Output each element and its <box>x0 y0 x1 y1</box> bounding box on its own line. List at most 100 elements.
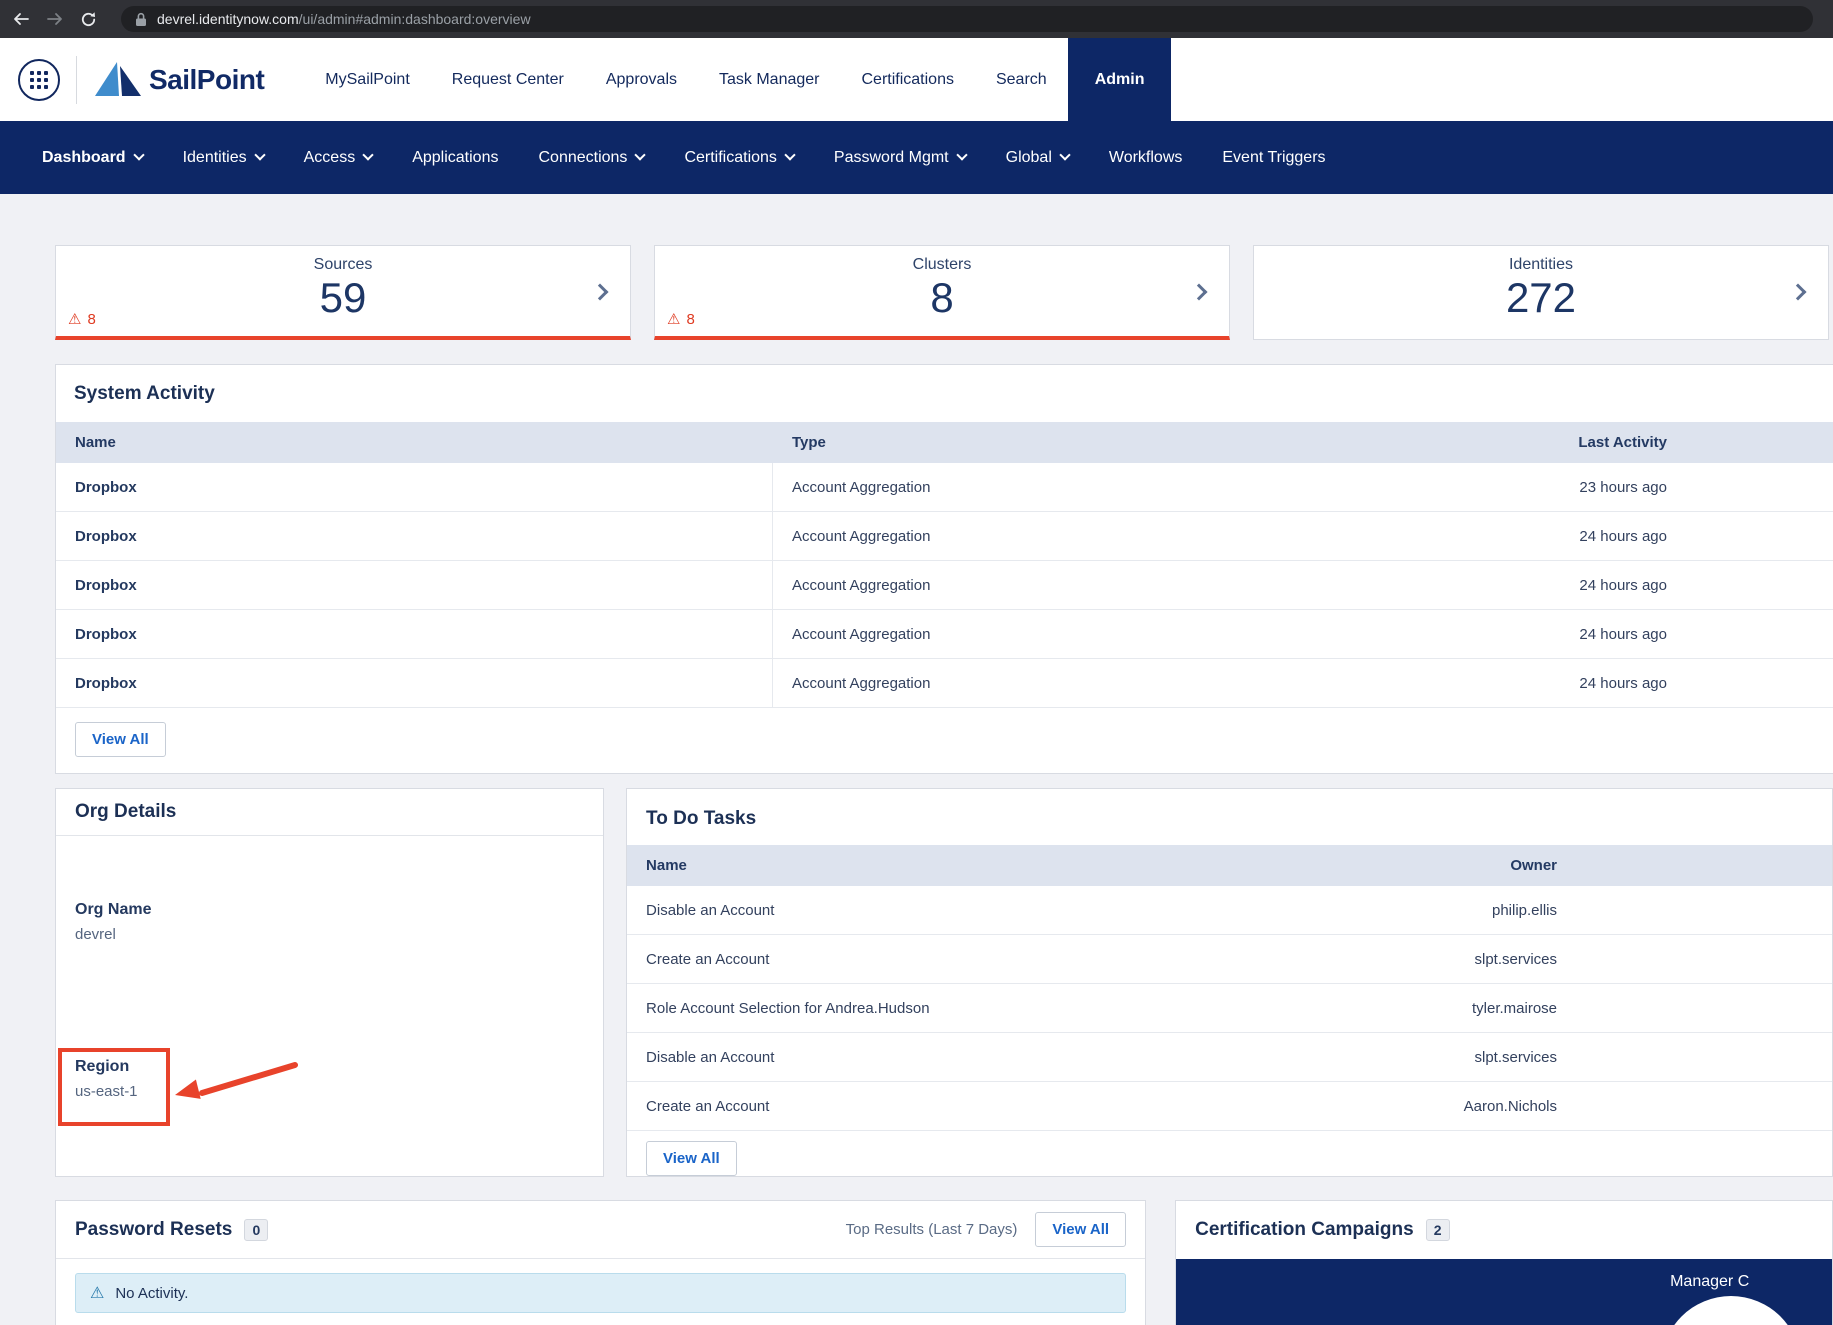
back-arrow-icon <box>12 11 30 27</box>
activity-name-cell: Dropbox <box>56 463 773 511</box>
topnav-item-mysailpoint[interactable]: MySailPoint <box>304 38 430 121</box>
table-row[interactable]: Disable an Account philip.ellis <box>627 886 1832 935</box>
grid-icon <box>30 71 48 89</box>
count-badge: 0 <box>244 1219 268 1241</box>
column-header-name: Name <box>627 845 1327 886</box>
forward-button[interactable] <box>46 11 64 27</box>
lock-icon[interactable] <box>135 12 147 27</box>
subnav-item-access[interactable]: Access <box>284 149 393 167</box>
table-row[interactable]: Dropbox Account Aggregation 23 hours ago <box>56 463 1833 512</box>
org-details-panel: Org Details Org Name devrel Region us-ea… <box>55 788 604 1177</box>
divider <box>76 56 77 104</box>
url-text: devrel.identitynow.com/ui/admin#admin:da… <box>157 11 531 27</box>
activity-type-cell: Account Aggregation <box>773 659 1507 707</box>
column-header-type: Type <box>773 422 1507 463</box>
activity-time-cell: 23 hours ago <box>1507 463 1667 511</box>
subnav-item-password-mgmt[interactable]: Password Mgmt <box>814 149 986 167</box>
task-name-cell: Create an Account <box>627 935 1327 983</box>
sailpoint-logo[interactable]: SailPoint <box>95 61 264 99</box>
view-all-button[interactable]: View All <box>1035 1212 1126 1247</box>
password-resets-panel: Password Resets 0 Top Results (Last 7 Da… <box>55 1200 1146 1325</box>
warning-count: 8 <box>87 311 95 328</box>
warning-count: 8 <box>686 311 694 328</box>
table-header: Name Owner <box>627 845 1832 886</box>
topnav-item-admin[interactable]: Admin <box>1068 38 1172 121</box>
browser-toolbar: devrel.identitynow.com/ui/admin#admin:da… <box>0 0 1833 38</box>
column-header-name: Name <box>56 422 773 463</box>
identities-card[interactable]: Identities 272 <box>1253 245 1829 340</box>
card-value: 59 <box>56 277 630 319</box>
table-row[interactable]: Disable an Account slpt.services <box>627 1033 1832 1082</box>
panel-title: Password Resets <box>75 1219 232 1241</box>
browser-window: devrel.identitynow.com/ui/admin#admin:da… <box>0 0 1833 1325</box>
brand-wordmark: SailPoint <box>149 64 264 96</box>
view-all-button[interactable]: View All <box>646 1141 737 1176</box>
task-name-cell: Disable an Account <box>627 1033 1327 1081</box>
activity-time-cell: 24 hours ago <box>1507 512 1667 560</box>
chevron-down-icon <box>1059 149 1070 160</box>
address-bar[interactable]: devrel.identitynow.com/ui/admin#admin:da… <box>121 6 1813 32</box>
table-row[interactable]: Dropbox Account Aggregation 24 hours ago <box>56 512 1833 561</box>
table-row[interactable]: Dropbox Account Aggregation 24 hours ago <box>56 561 1833 610</box>
app-launcher-button[interactable] <box>18 59 60 101</box>
activity-name-cell: Dropbox <box>56 561 773 609</box>
info-warning-icon: ⚠ <box>90 1283 104 1303</box>
subnav-item-event-triggers[interactable]: Event Triggers <box>1202 149 1345 167</box>
stat-cards-row: Sources 59 ⚠ 8 Clusters 8 ⚠ 8 Identities <box>55 245 1833 340</box>
org-name-value: devrel <box>75 926 584 943</box>
task-owner-cell: slpt.services <box>1327 1033 1557 1081</box>
reload-button[interactable] <box>80 11 97 28</box>
org-name-group: Org Name devrel <box>75 901 584 943</box>
middle-row: Org Details Org Name devrel Region us-ea… <box>55 788 1833 1177</box>
subnav-item-connections[interactable]: Connections <box>518 149 664 167</box>
warning-badge: ⚠ 8 <box>68 310 96 328</box>
table-header: Name Type Last Activity <box>56 422 1833 463</box>
topnav-item-task-manager[interactable]: Task Manager <box>698 38 841 121</box>
url-path: /ui/admin#admin:dashboard:overview <box>299 11 531 27</box>
table-row[interactable]: Create an Account slpt.services <box>627 935 1832 984</box>
sailpoint-sail-icon <box>95 61 141 99</box>
subnav-item-applications[interactable]: Applications <box>392 149 518 167</box>
panel-title: Org Details <box>75 801 176 823</box>
activity-type-cell: Account Aggregation <box>773 463 1507 511</box>
clusters-card[interactable]: Clusters 8 ⚠ 8 <box>654 245 1230 340</box>
subnav-item-certifications[interactable]: Certifications <box>664 149 813 167</box>
warning-badge: ⚠ 8 <box>667 310 695 328</box>
topnav-item-search[interactable]: Search <box>975 38 1068 121</box>
forward-arrow-icon <box>46 11 64 27</box>
activity-type-cell: Account Aggregation <box>773 512 1507 560</box>
activity-type-cell: Account Aggregation <box>773 561 1507 609</box>
topnav-item-approvals[interactable]: Approvals <box>585 38 698 121</box>
table-row[interactable]: Role Account Selection for Andrea.Hudson… <box>627 984 1832 1033</box>
sources-card[interactable]: Sources 59 ⚠ 8 <box>55 245 631 340</box>
topnav-item-request-center[interactable]: Request Center <box>431 38 585 121</box>
todo-tasks-panel: To Do Tasks Name Owner Disable an Accoun… <box>626 788 1833 1177</box>
table-row[interactable]: Create an Account Aaron.Nichols <box>627 1082 1832 1131</box>
campaigns-donut-chart: Manager C <box>1176 1259 1832 1325</box>
table-row[interactable]: Dropbox Account Aggregation 24 hours ago <box>56 610 1833 659</box>
card-value: 8 <box>655 277 1229 319</box>
chevron-down-icon <box>784 149 795 160</box>
region-value: us-east-1 <box>75 1083 584 1100</box>
chevron-down-icon <box>363 149 374 160</box>
view-all-button[interactable]: View All <box>75 722 166 757</box>
task-name-cell: Role Account Selection for Andrea.Hudson <box>627 984 1327 1032</box>
activity-name-cell: Dropbox <box>56 512 773 560</box>
topnav-item-certifications[interactable]: Certifications <box>841 38 975 121</box>
back-button[interactable] <box>12 11 30 27</box>
activity-name-cell: Dropbox <box>56 659 773 707</box>
subnav-item-dashboard[interactable]: Dashboard <box>22 149 163 167</box>
chevron-down-icon <box>635 149 646 160</box>
panel-title: Certification Campaigns <box>1195 1219 1414 1241</box>
url-host: devrel.identitynow.com <box>157 11 299 27</box>
subnav-item-workflows[interactable]: Workflows <box>1089 149 1203 167</box>
panel-header-right: Top Results (Last 7 Days) View All <box>846 1212 1126 1247</box>
alert-text: No Activity. <box>115 1285 188 1302</box>
dashboard-main: Sources 59 ⚠ 8 Clusters 8 ⚠ 8 Identities <box>0 194 1833 1325</box>
task-name-cell: Create an Account <box>627 1082 1327 1130</box>
count-badge: 2 <box>1426 1219 1450 1241</box>
subnav-item-global[interactable]: Global <box>986 149 1089 167</box>
subnav-item-identities[interactable]: Identities <box>163 149 284 167</box>
panel-header: Org Details <box>56 789 603 836</box>
table-row[interactable]: Dropbox Account Aggregation 24 hours ago <box>56 659 1833 708</box>
